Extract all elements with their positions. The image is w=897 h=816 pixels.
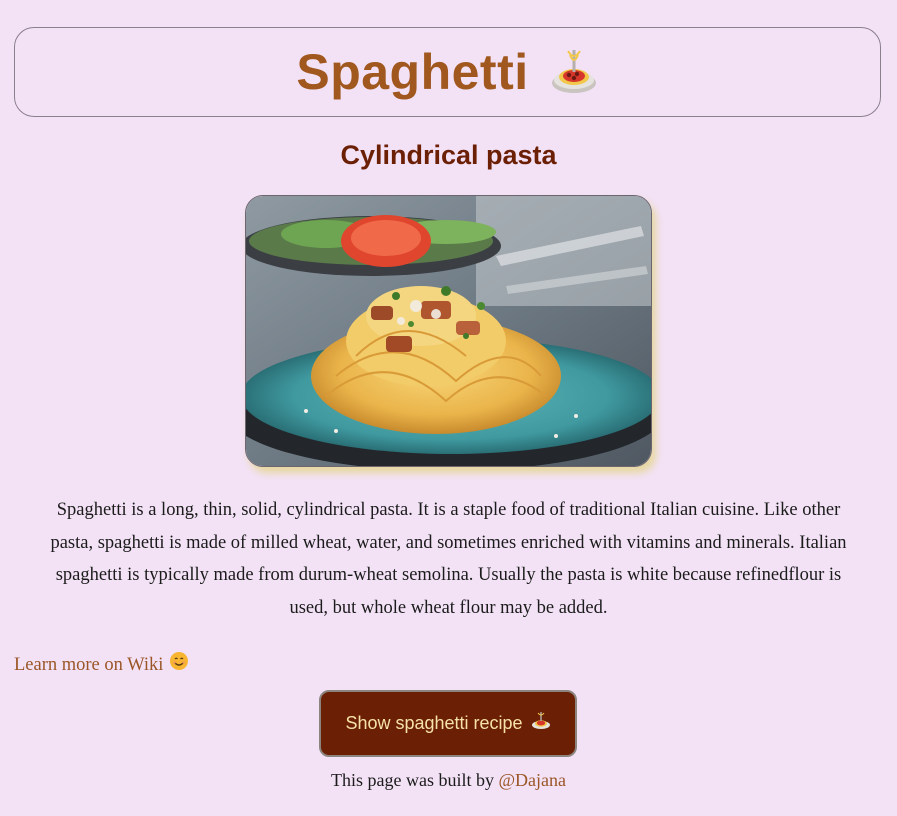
page-title: Spaghetti: [296, 43, 598, 101]
description-text: Spaghetti is a long, thin, solid, cylind…: [50, 500, 847, 618]
spaghetti-icon: [531, 711, 551, 736]
header-box: Spaghetti: [14, 27, 881, 117]
footer-prefix: This page was built by: [330, 770, 494, 790]
smiling-face-icon: [169, 651, 189, 679]
footer: This page was built by @Dajana: [0, 770, 897, 791]
spaghetti-icon: [549, 47, 599, 97]
page-title-text: Spaghetti: [296, 44, 529, 100]
wiki-link-label: Learn more on Wiki: [14, 655, 164, 675]
spaghetti-plate-photo: [245, 195, 652, 467]
author-link[interactable]: @Dajana: [498, 770, 566, 790]
page-subtitle: Cylindrical pasta: [340, 140, 557, 170]
learn-more-wiki-link[interactable]: Learn more on Wiki: [14, 651, 189, 679]
show-recipe-button[interactable]: Show spaghetti recipe: [319, 690, 577, 757]
recipe-button-label: Show spaghetti recipe: [345, 713, 523, 733]
